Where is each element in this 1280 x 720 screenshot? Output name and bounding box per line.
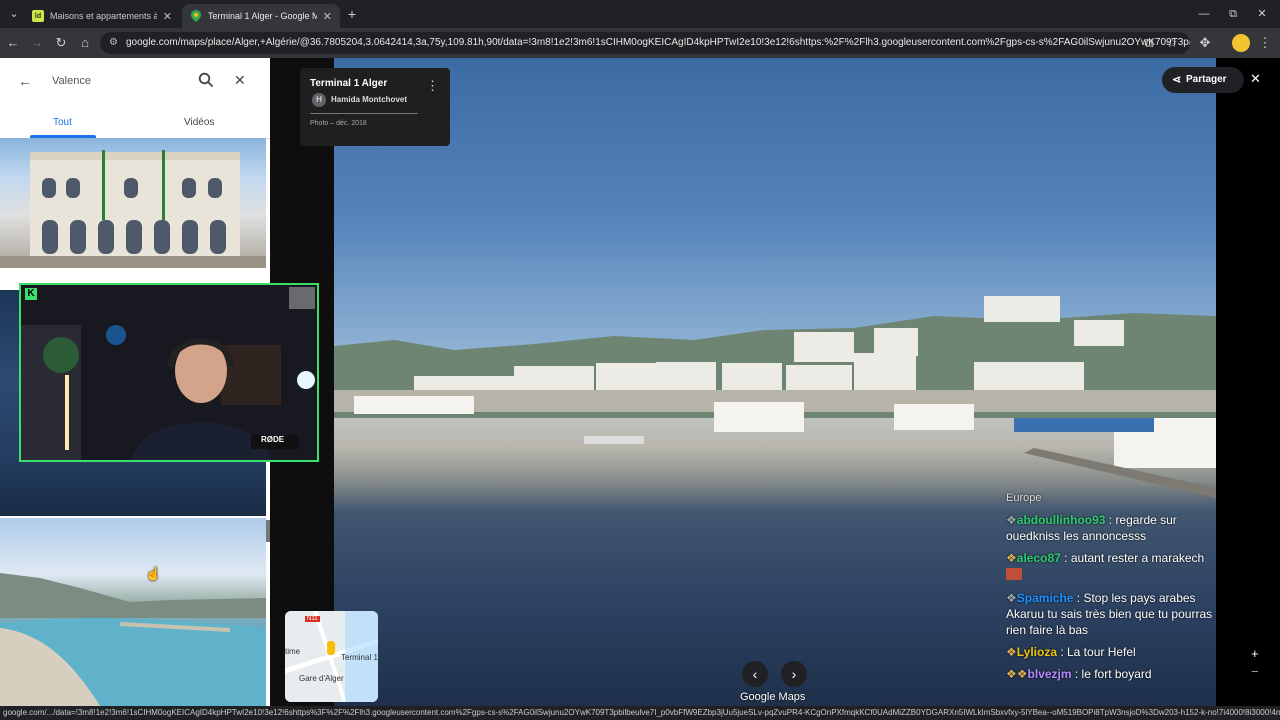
forward-icon[interactable]: →: [28, 34, 46, 52]
extensions-icon[interactable]: ✥: [1196, 34, 1214, 52]
badge-icon: ❖: [1006, 645, 1017, 659]
chat-header: Europe: [1006, 492, 1042, 504]
badge-icon: ❖: [1006, 591, 1017, 605]
bookmark-star-icon[interactable]: ☆: [1163, 34, 1181, 52]
minimize-icon[interactable]: —: [1192, 6, 1216, 22]
tab-maisons[interactable]: ld Maisons et appartements à ven ✕: [24, 4, 180, 28]
next-photo-button[interactable]: ›: [781, 661, 807, 687]
photo-thumbnail-building[interactable]: [0, 138, 266, 268]
site-info-icon[interactable]: ⚙: [109, 32, 118, 54]
profile-avatar[interactable]: [1232, 34, 1250, 52]
chat-user: Lylioza: [1016, 645, 1057, 659]
chat-text: : autant rester a marakech: [1060, 551, 1205, 565]
badge-icon: ❖: [1006, 551, 1017, 565]
mic-brand: RØDE: [261, 435, 285, 444]
search-icon[interactable]: [198, 72, 214, 93]
chat-user: blvezjm: [1027, 667, 1072, 681]
zoom-out-icon[interactable]: −: [1251, 664, 1259, 679]
badge-icon: ❖: [1006, 513, 1017, 527]
tab-title: Terminal 1 Alger - Google Maps: [208, 11, 317, 21]
google-maps-watermark: Google Maps: [740, 691, 806, 703]
chat-message: ❖❖blvezjm : le fort boyard: [1006, 666, 1216, 682]
photo-date: Photo – déc. 2018: [310, 120, 367, 127]
tab-tout[interactable]: Tout: [53, 117, 72, 128]
pegman-icon[interactable]: [327, 641, 335, 655]
zoom-in-icon[interactable]: +: [1251, 646, 1259, 661]
chat-message: ❖aleco87 : autant rester a marakech: [1006, 550, 1216, 584]
chat-overlay: Europe ❖abdoullinhoo93 : regarde sur oue…: [1006, 490, 1216, 688]
tab-videos[interactable]: Vidéos: [184, 117, 214, 128]
minimap[interactable]: N11 Terminal 1 time Gare d'Alger: [285, 611, 378, 702]
minimap-label-gare: Gare d'Alger: [299, 674, 344, 683]
more-menu-icon[interactable]: ⋮: [1256, 34, 1274, 52]
chat-text: : La tour Hefel: [1057, 645, 1136, 659]
emote-icon: [1006, 568, 1022, 580]
chat-user: aleco87: [1016, 551, 1061, 565]
badge-icon: ❖❖: [1006, 667, 1028, 681]
kick-logo-icon: K: [25, 288, 37, 300]
url-text: google.com/maps/place/Alger,+Algérie/@36…: [126, 37, 1190, 48]
card-more-icon[interactable]: ⋮: [426, 78, 439, 94]
close-window-icon[interactable]: ✕: [1250, 6, 1274, 22]
chat-message: ❖Spamiche : Stop les pays arabes Akaruu …: [1006, 590, 1216, 638]
address-bar[interactable]: ⚙ google.com/maps/place/Alger,+Algérie/@…: [100, 32, 1190, 54]
tab-title: Maisons et appartements à ven: [50, 11, 157, 21]
dark-margin-right: [1216, 58, 1280, 706]
share-icon: ⋖: [1172, 74, 1182, 86]
reload-icon[interactable]: ↻: [52, 34, 70, 52]
photo-thumbnail-beach[interactable]: ☝: [0, 518, 266, 706]
author-name[interactable]: Hamida Montchovet: [331, 95, 407, 104]
back-icon[interactable]: ←: [4, 34, 22, 52]
search-input[interactable]: Valence: [52, 75, 91, 87]
previous-photo-button[interactable]: ‹: [742, 661, 768, 687]
minimap-label-time: time: [285, 647, 301, 656]
close-viewer-icon[interactable]: ✕: [1250, 71, 1261, 87]
minimap-label-terminal: Terminal 1: [341, 653, 378, 662]
ld-favicon-icon: ld: [32, 10, 44, 22]
place-title: Terminal 1 Alger: [310, 78, 388, 89]
chat-user: abdoullinhoo93: [1016, 513, 1106, 527]
close-tab-icon[interactable]: ✕: [163, 10, 172, 23]
chat-message: ❖abdoullinhoo93 : regarde sur ouedkniss …: [1006, 512, 1216, 544]
search-box: ← Valence ✕: [8, 66, 262, 98]
tab-google-maps[interactable]: Terminal 1 Alger - Google Maps ✕: [182, 4, 340, 28]
tab-list-icon[interactable]: ⌄: [2, 6, 26, 22]
new-tab-icon[interactable]: +: [340, 6, 364, 22]
install-icon[interactable]: ⧉: [1140, 34, 1158, 52]
home-icon[interactable]: ⌂: [76, 34, 94, 52]
share-button[interactable]: ⋖ Partager: [1162, 67, 1244, 93]
chat-message: ❖Lylioza : La tour Hefel: [1006, 644, 1216, 660]
chat-text: : le fort boyard: [1071, 667, 1152, 681]
author-avatar: H: [312, 93, 326, 107]
close-tab-icon[interactable]: ✕: [323, 10, 332, 23]
share-label: Partager: [1186, 74, 1227, 85]
clear-search-icon[interactable]: ✕: [234, 72, 246, 89]
divider: [310, 113, 418, 114]
chat-user: Spamiche: [1016, 591, 1074, 605]
road-shield: N11: [305, 616, 320, 622]
hand-cursor-icon: ☝: [145, 566, 162, 581]
photo-info-card: Terminal 1 Alger ⋮ H Hamida Montchovet P…: [300, 68, 450, 146]
back-arrow-icon[interactable]: ←: [18, 73, 32, 89]
status-url: google.com/.../data=!3m8!1e2!3m6!1sCIHM0…: [0, 706, 1280, 720]
webcam-overlay: K RØDE: [19, 283, 319, 462]
restore-icon[interactable]: ⧉: [1221, 6, 1245, 22]
maps-pin-icon: [190, 10, 202, 22]
